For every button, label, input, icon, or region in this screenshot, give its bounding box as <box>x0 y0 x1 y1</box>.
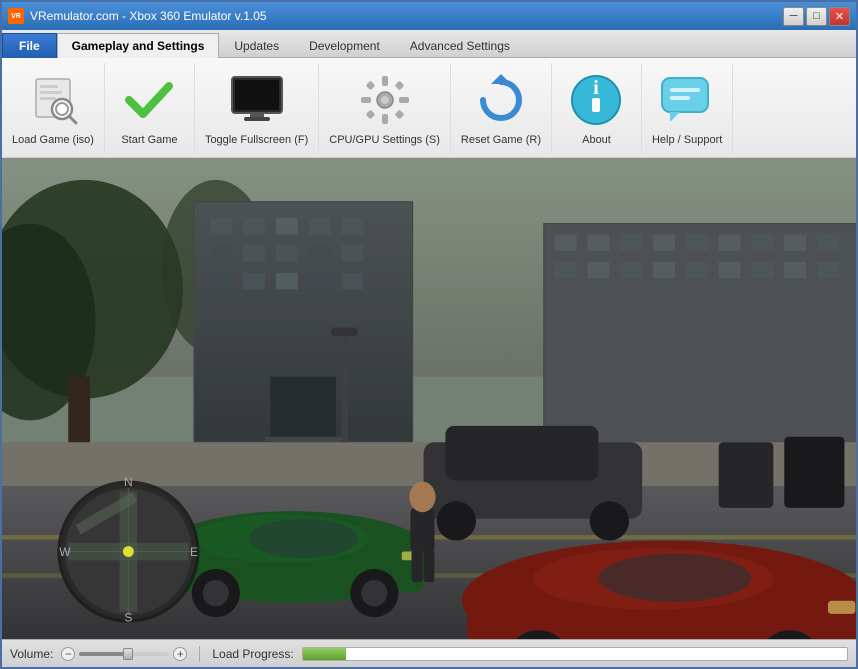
maximize-button[interactable]: □ <box>806 7 827 26</box>
app-icon: VR <box>8 8 24 24</box>
tab-gameplay[interactable]: Gameplay and Settings <box>57 33 220 58</box>
load-game-label: Load Game (iso) <box>12 134 94 146</box>
help-support-label: Help / Support <box>652 134 722 146</box>
load-game-icon <box>23 70 83 130</box>
progress-bar-track <box>302 647 848 661</box>
help-icon <box>657 70 717 130</box>
fullscreen-label: Toggle Fullscreen (F) <box>205 134 308 146</box>
main-window: VR VRemulator.com - Xbox 360 Emulator v.… <box>0 0 858 669</box>
about-icon: i <box>566 70 626 130</box>
cpu-icon <box>355 70 415 130</box>
volume-slider-track[interactable] <box>79 652 169 656</box>
game-scene-svg: N E S W <box>2 158 856 639</box>
close-button[interactable]: ✕ <box>829 7 850 26</box>
minimize-button[interactable]: ─ <box>783 7 804 26</box>
start-game-label: Start Game <box>121 134 177 146</box>
game-screen: N E S W <box>2 158 856 639</box>
volume-control: − + <box>61 647 187 661</box>
tab-file[interactable]: File <box>2 33 57 58</box>
load-game-button[interactable]: Load Game (iso) <box>2 63 105 153</box>
svg-text:E: E <box>190 545 198 559</box>
svg-text:i: i <box>594 77 600 99</box>
reset-game-label: Reset Game (R) <box>461 134 541 146</box>
volume-label: Volume: <box>10 647 53 661</box>
reset-icon <box>471 70 531 130</box>
start-game-button[interactable]: Start Game <box>105 63 195 153</box>
volume-slider-fill <box>79 652 124 656</box>
status-bar: Volume: − + Load Progress: <box>2 639 856 667</box>
help-support-button[interactable]: Help / Support <box>642 63 733 153</box>
cpu-settings-label: CPU/GPU Settings (S) <box>329 134 440 146</box>
progress-bar-fill <box>303 648 347 660</box>
start-game-icon <box>119 70 179 130</box>
tab-advanced[interactable]: Advanced Settings <box>395 33 525 58</box>
volume-decrease-button[interactable]: − <box>61 647 75 661</box>
title-bar: VR VRemulator.com - Xbox 360 Emulator v.… <box>2 2 856 30</box>
reset-game-button[interactable]: Reset Game (R) <box>451 63 552 153</box>
volume-increase-button[interactable]: + <box>173 647 187 661</box>
tab-updates[interactable]: Updates <box>219 33 294 58</box>
about-button[interactable]: i About <box>552 63 642 153</box>
tab-bar: File Gameplay and Settings Updates Devel… <box>2 30 856 58</box>
svg-text:N: N <box>124 475 133 489</box>
fullscreen-icon <box>227 70 287 130</box>
window-controls: ─ □ ✕ <box>783 7 850 26</box>
svg-text:S: S <box>124 611 132 625</box>
cpu-settings-button[interactable]: CPU/GPU Settings (S) <box>319 63 451 153</box>
load-progress-label: Load Progress: <box>212 647 293 661</box>
svg-text:W: W <box>59 545 71 559</box>
fullscreen-button[interactable]: Toggle Fullscreen (F) <box>195 63 319 153</box>
window-title: VRemulator.com - Xbox 360 Emulator v.1.0… <box>30 9 783 23</box>
volume-slider-thumb[interactable] <box>123 648 133 660</box>
tab-development[interactable]: Development <box>294 33 395 58</box>
toolbar: Load Game (iso) Start Game <box>2 58 856 158</box>
about-label: About <box>582 134 611 146</box>
status-divider <box>199 646 200 662</box>
game-viewport: N E S W <box>2 158 856 639</box>
